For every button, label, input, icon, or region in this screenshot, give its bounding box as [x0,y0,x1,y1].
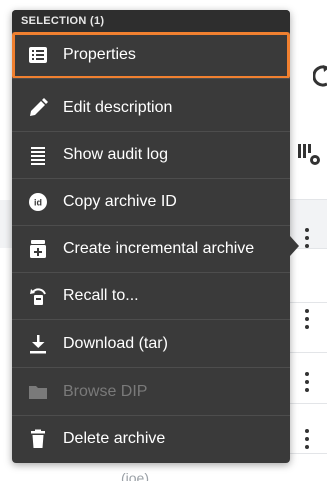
menu-item-label: Recall to... [63,287,139,304]
menu-item-show-audit-log[interactable]: Show audit log [12,132,290,179]
selection-context-menu: SELECTION (1) Properties Edit descriptio… [12,10,299,463]
menu-header-label: SELECTION (1) [21,15,105,27]
svg-text:id: id [34,198,42,208]
menu-item-edit-description[interactable]: Edit description [12,85,290,132]
menu-caret [290,236,299,256]
menu-item-label: Delete archive [63,430,166,447]
menu-item-download-tar[interactable]: Download (tar) [12,321,290,368]
menu-item-label: Copy archive ID [63,193,177,210]
menu-header: SELECTION (1) [12,10,290,32]
archive-plus-icon [30,240,46,258]
menu-item-label: Properties [63,46,136,63]
download-icon [30,335,46,354]
menu-item-properties[interactable]: Properties [12,32,290,79]
row-menu-kebab-icon[interactable] [301,370,313,394]
menu-item-label: Edit description [63,99,173,116]
menu-item-copy-archive-id[interactable]: id Copy archive ID [12,179,290,226]
menu-item-label: Download (tar) [63,335,168,352]
trash-icon [31,429,45,448]
partial-row-text: (ioe) [121,470,150,481]
recall-icon [30,288,46,305]
row-menu-kebab-icon[interactable] [301,307,313,331]
menu-item-browse-dip: Browse DIP [12,369,290,416]
pencil-icon [30,98,48,116]
column-settings-icon[interactable] [296,140,322,168]
refresh-icon[interactable] [313,64,327,88]
folder-icon [29,386,47,399]
row-menu-kebab-icon[interactable] [301,226,313,250]
list-alt-icon [29,47,47,63]
id-badge-icon: id [29,193,47,211]
row-menu-kebab-icon[interactable] [301,427,313,451]
menu-item-recall-to[interactable]: Recall to... [12,273,290,320]
menu-item-label: Browse DIP [63,383,148,400]
menu-item-delete-archive[interactable]: Delete archive [12,416,290,463]
menu-item-create-incremental-archive[interactable]: Create incremental archive [12,226,290,273]
menu-item-label: Show audit log [63,146,168,163]
lines-icon [31,147,45,165]
menu-item-label: Create incremental archive [63,240,255,257]
